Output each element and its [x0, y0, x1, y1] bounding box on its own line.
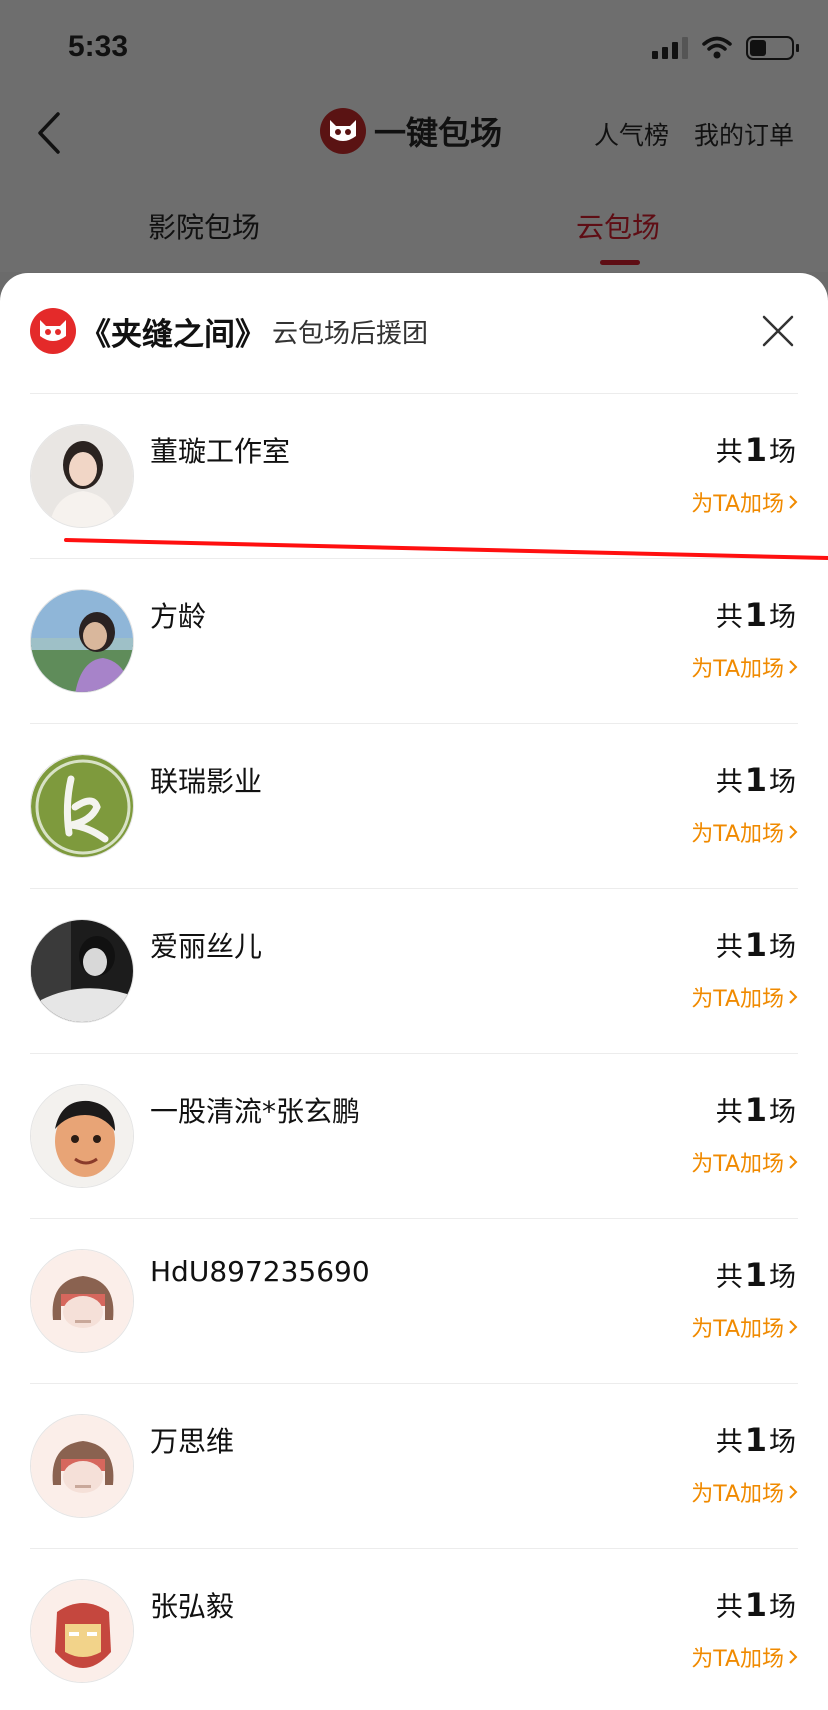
supporter-name: 爱丽丝儿 — [150, 930, 263, 963]
add-session-link[interactable]: 为TA加场 — [691, 651, 798, 683]
header: 一键包场 人气榜 我的订单 影院包场 云包场 — [0, 96, 828, 272]
sheet-header: 《夹缝之间》 云包场后援团 — [30, 303, 798, 359]
avatar[interactable] — [30, 1084, 134, 1188]
avatar[interactable] — [30, 424, 134, 528]
add-session-link[interactable]: 为TA加场 — [691, 816, 798, 848]
status-time: 5:33 — [68, 30, 129, 63]
session-count: 共1场 — [715, 926, 796, 964]
sheet-subtitle: 云包场后援团 — [272, 318, 429, 349]
cat-logo-icon — [30, 308, 76, 354]
my-orders-link[interactable]: 我的订单 — [694, 116, 794, 152]
status-bar: 5:33 — [0, 0, 828, 96]
supporter-list: 董璇工作室 共1场 为TA加场 方龄 共1场 为TA加场 联瑞影业 共1场 为T… — [30, 394, 798, 1710]
add-session-link[interactable]: 为TA加场 — [691, 981, 798, 1013]
chevron-right-icon — [789, 825, 798, 839]
add-session-link[interactable]: 为TA加场 — [691, 1146, 798, 1178]
session-count: 共1场 — [715, 1256, 796, 1294]
page-title: 一键包场 — [374, 114, 503, 152]
avatar[interactable] — [30, 1579, 134, 1683]
chevron-right-icon — [789, 1485, 798, 1499]
supporter-name: 董璇工作室 — [150, 435, 291, 468]
close-icon[interactable] — [758, 311, 798, 351]
session-count: 共1场 — [715, 1421, 796, 1459]
wifi-icon — [702, 36, 732, 59]
list-item: 一股清流*张玄鹏 共1场 为TA加场 — [30, 1054, 798, 1219]
supporters-sheet: 《夹缝之间》 云包场后援团 董璇工作室 共1场 为TA加场 方龄 共1场 为TA… — [0, 273, 828, 1710]
chevron-right-icon — [789, 1320, 798, 1334]
active-tab-indicator — [600, 260, 640, 265]
cell-signal-icon — [652, 37, 688, 59]
list-item: 张弘毅 共1场 为TA加场 — [30, 1549, 798, 1710]
avatar[interactable] — [30, 589, 134, 693]
add-session-link[interactable]: 为TA加场 — [691, 1311, 798, 1343]
battery-icon — [746, 36, 799, 60]
popularity-rank-link[interactable]: 人气榜 — [594, 116, 669, 152]
list-item: 董璇工作室 共1场 为TA加场 — [30, 394, 798, 559]
chevron-right-icon — [789, 495, 798, 509]
supporter-name: 方龄 — [150, 600, 207, 633]
status-icons — [652, 36, 799, 60]
session-count: 共1场 — [715, 1091, 796, 1129]
add-session-link[interactable]: 为TA加场 — [691, 1476, 798, 1508]
movie-title: 《夹缝之间》 — [80, 316, 266, 353]
list-item: 联瑞影业 共1场 为TA加场 — [30, 724, 798, 889]
avatar[interactable] — [30, 919, 134, 1023]
add-session-link[interactable]: 为TA加场 — [691, 486, 798, 518]
supporter-name: 张弘毅 — [150, 1590, 235, 1623]
cat-logo-icon — [320, 108, 366, 154]
session-count: 共1场 — [715, 1586, 796, 1624]
chevron-right-icon — [789, 1650, 798, 1664]
supporter-name: 联瑞影业 — [150, 765, 263, 798]
supporter-name: 万思维 — [150, 1425, 235, 1458]
chevron-right-icon — [789, 1155, 798, 1169]
page-title-group: 一键包场 — [320, 108, 502, 154]
tab-cinema-booking[interactable]: 影院包场 — [148, 206, 260, 246]
tab-cloud-booking[interactable]: 云包场 — [576, 206, 660, 246]
supporter-name: HdU897235690 — [150, 1255, 370, 1288]
list-item: 方龄 共1场 为TA加场 — [30, 559, 798, 724]
session-count: 共1场 — [715, 431, 796, 469]
list-item: HdU897235690 共1场 为TA加场 — [30, 1219, 798, 1384]
list-item: 爱丽丝儿 共1场 为TA加场 — [30, 889, 798, 1054]
chevron-right-icon — [789, 990, 798, 1004]
chevron-right-icon — [789, 660, 798, 674]
session-count: 共1场 — [715, 761, 796, 799]
avatar[interactable] — [30, 1249, 134, 1353]
list-item: 万思维 共1场 为TA加场 — [30, 1384, 798, 1549]
back-arrow-icon[interactable] — [30, 108, 80, 158]
avatar[interactable] — [30, 754, 134, 858]
supporter-name: 一股清流*张玄鹏 — [150, 1095, 361, 1128]
add-session-link[interactable]: 为TA加场 — [691, 1641, 798, 1673]
avatar[interactable] — [30, 1414, 134, 1518]
session-count: 共1场 — [715, 596, 796, 634]
